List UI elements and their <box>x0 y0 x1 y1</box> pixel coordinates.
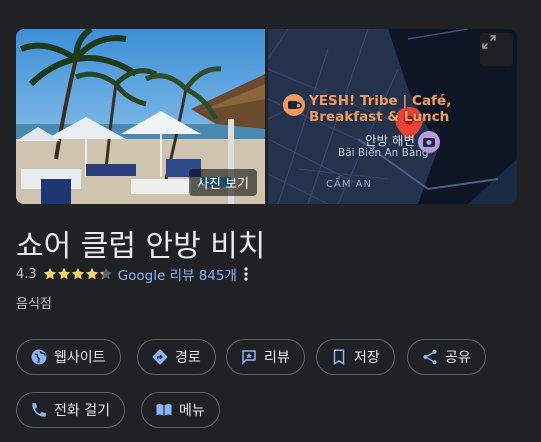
directions-button[interactable]: 경로 <box>137 339 216 375</box>
directions-icon <box>151 348 169 366</box>
place-title: 쇼어 클럽 안방 비치 <box>16 229 266 264</box>
menu-button-label: 메뉴 <box>179 403 205 419</box>
cafe-marker-icon <box>283 94 305 116</box>
place-category: 음식점 <box>16 297 52 312</box>
reviews-link[interactable]: Google 리뷰 845개 <box>118 264 237 284</box>
map-beach-sublabel: Bãi Biển An Bàng <box>338 147 429 159</box>
view-photos-button[interactable]: 사진 보기 <box>189 169 257 196</box>
save-button[interactable]: 저장 <box>316 339 395 375</box>
save-button-label: 저장 <box>354 350 380 366</box>
map-preview[interactable]: YESH! Tribe | Café, Breakfast & Lunch 안방… <box>268 29 517 204</box>
menu-button[interactable]: 메뉴 <box>141 392 220 428</box>
reviews-button-label: 리뷰 <box>264 350 290 366</box>
star-icon <box>85 268 98 280</box>
rating-row: 4.3 Google 리뷰 845개 <box>16 264 248 284</box>
website-button[interactable]: 웹사이트 <box>16 339 121 375</box>
star-icon <box>71 268 84 280</box>
menu-book-icon <box>155 401 173 419</box>
share-button[interactable]: 공유 <box>407 339 486 375</box>
map-poi-label: YESH! Tribe | Café, Breakfast & Lunch <box>309 93 451 125</box>
bookmark-icon <box>330 348 348 366</box>
call-button[interactable]: 전화 걸기 <box>16 392 125 428</box>
place-photo[interactable]: 사진 보기 <box>16 29 265 204</box>
expand-icon <box>482 35 496 49</box>
share-icon <box>421 348 439 366</box>
map-poi-label-line2: Breakfast & Lunch <box>309 109 450 125</box>
expand-map-button[interactable] <box>480 33 513 66</box>
star-icon <box>99 268 112 280</box>
directions-button-label: 경로 <box>175 350 201 366</box>
star-icon <box>57 268 70 280</box>
hero-media: 사진 보기 YESH! Tribe | Café, Breakfast & Lu… <box>16 29 517 204</box>
website-button-label: 웹사이트 <box>54 350 106 366</box>
rating-value: 4.3 <box>16 266 37 282</box>
more-options-icon[interactable] <box>244 267 248 281</box>
star-rating <box>43 267 113 281</box>
map-poi-label-line1: YESH! Tribe | Café, <box>309 93 452 109</box>
share-button-label: 공유 <box>445 350 471 366</box>
call-button-label: 전화 걸기 <box>54 403 110 419</box>
phone-icon <box>30 401 48 419</box>
review-icon <box>240 348 258 366</box>
star-icon <box>43 268 56 280</box>
map-street-label: CẨM AN <box>326 179 372 190</box>
globe-icon <box>30 348 48 366</box>
reviews-button[interactable]: 리뷰 <box>226 339 305 375</box>
